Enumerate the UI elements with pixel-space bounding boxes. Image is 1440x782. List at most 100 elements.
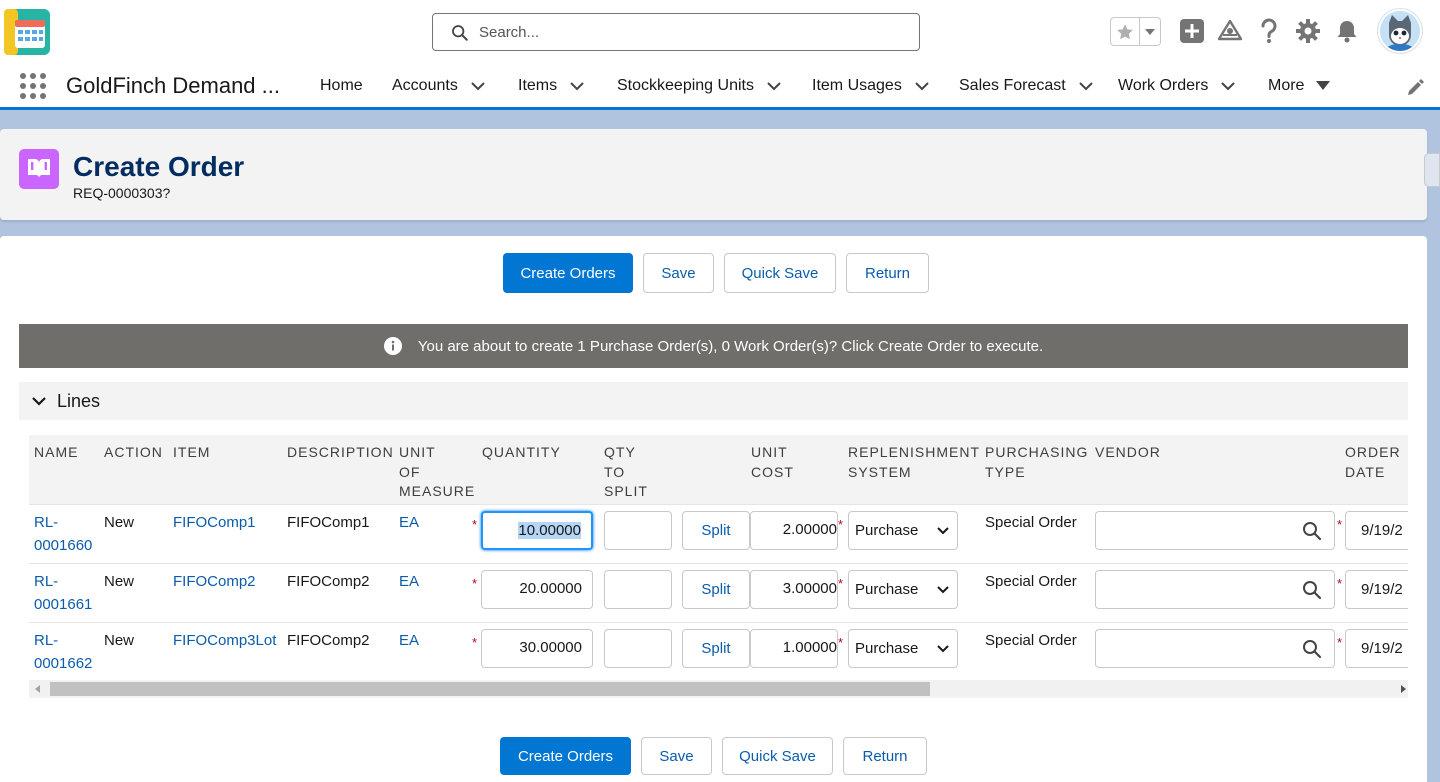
chevron-down-icon[interactable] xyxy=(1078,78,1094,94)
app-launcher-grid-icon[interactable] xyxy=(19,72,47,100)
chevron-down-icon[interactable] xyxy=(470,78,486,94)
item-link[interactable]: FIFOComp2 xyxy=(173,570,256,593)
required-marker: * xyxy=(1337,517,1343,532)
nav-item-stockkeeping-units[interactable]: Stockkeeping Units xyxy=(617,77,782,95)
scroll-right-arrow-icon[interactable] xyxy=(1401,685,1406,693)
split-button[interactable]: Split xyxy=(682,511,750,550)
split-button[interactable]: Split xyxy=(682,629,750,668)
chevron-down-icon[interactable] xyxy=(914,78,930,94)
unit-cost-input[interactable]: 3.00000 xyxy=(750,570,838,609)
main-card: Create Orders Save Quick Save Return You… xyxy=(0,236,1427,782)
line-name-link[interactable]: RL- 0001662 xyxy=(34,629,92,675)
page-header: Create Order REQ-0000303? xyxy=(0,129,1427,220)
help-icon[interactable] xyxy=(1255,17,1283,45)
return-button-bottom[interactable]: Return xyxy=(843,737,927,775)
required-marker: * xyxy=(838,635,844,650)
chevron-down-icon[interactable] xyxy=(1220,78,1236,94)
search-icon[interactable] xyxy=(1302,580,1322,600)
unit-cost-input[interactable]: 1.00000 xyxy=(750,629,838,668)
col-label-line: TO xyxy=(604,463,626,480)
item-link[interactable]: FIFOComp1 xyxy=(173,511,256,534)
nav-item-label: Stockkeeping Units xyxy=(617,77,754,94)
replenishment-select[interactable]: Purchase xyxy=(848,570,958,609)
horizontal-scrollbar[interactable] xyxy=(29,680,1408,698)
setup-gear-icon[interactable] xyxy=(1294,17,1322,45)
order-date-input[interactable]: 9/19/2 xyxy=(1345,570,1408,609)
notifications-bell-icon[interactable] xyxy=(1333,17,1361,45)
split-button[interactable]: Split xyxy=(682,570,750,609)
nav-item-label: Home xyxy=(320,77,363,94)
nav-item-more[interactable]: More xyxy=(1268,77,1331,95)
col-item: ITEM xyxy=(173,444,211,460)
uom-link[interactable]: EA xyxy=(399,570,419,593)
replenishment-select[interactable]: Purchase xyxy=(848,511,958,550)
user-avatar[interactable] xyxy=(1378,9,1422,53)
create-orders-button-bottom[interactable]: Create Orders xyxy=(500,737,631,775)
col-label-line: ORDER xyxy=(1345,444,1401,460)
uom-link[interactable]: EA xyxy=(399,629,419,652)
nav-item-label: Accounts xyxy=(392,77,458,94)
col-label-line: SPLIT xyxy=(604,483,648,499)
col-name: NAME xyxy=(34,444,79,460)
line-name-link[interactable]: RL- 0001660 xyxy=(34,511,92,557)
favorites-dropdown-icon[interactable] xyxy=(1139,18,1160,45)
save-button-bottom[interactable]: Save xyxy=(641,737,712,775)
create-orders-button[interactable]: Create Orders xyxy=(503,253,633,293)
search-input[interactable] xyxy=(479,20,899,44)
search-icon[interactable] xyxy=(1302,639,1322,659)
line-action: New xyxy=(104,632,135,649)
quantity-input[interactable]: 10.00000 xyxy=(481,511,593,550)
search-icon[interactable] xyxy=(1302,521,1322,541)
chevron-down-icon[interactable] xyxy=(32,394,46,408)
qty-to-split-input[interactable] xyxy=(604,629,672,668)
qty-to-split-input[interactable] xyxy=(604,570,672,609)
nav-item-sales-forecast[interactable]: Sales Forecast xyxy=(959,77,1094,95)
order-date-input[interactable]: 9/19/2 xyxy=(1345,629,1408,668)
nav-item-home[interactable]: Home xyxy=(320,77,363,95)
unit-cost-input[interactable]: 2.00000 xyxy=(750,511,838,550)
search-icon xyxy=(452,25,468,41)
qty-to-split-input[interactable] xyxy=(604,511,672,550)
chevron-down-icon[interactable] xyxy=(569,78,585,94)
scroll-left-arrow-icon[interactable] xyxy=(35,685,40,693)
caret-down-icon[interactable] xyxy=(1316,80,1331,92)
global-search[interactable] xyxy=(432,13,920,51)
order-date-input[interactable]: 9/19/2 xyxy=(1345,511,1408,550)
uom-link[interactable]: EA xyxy=(399,511,419,534)
nav-item-items[interactable]: Items xyxy=(518,77,585,95)
nav-item-work-orders[interactable]: Work Orders xyxy=(1118,77,1236,95)
required-marker: * xyxy=(838,517,844,532)
global-actions-add-icon[interactable] xyxy=(1178,17,1206,45)
line-description: FIFOComp2 xyxy=(287,632,370,649)
scrollbar-thumb[interactable] xyxy=(50,682,930,696)
nav-item-item-usages[interactable]: Item Usages xyxy=(812,77,930,95)
quantity-input[interactable]: 30.00000 xyxy=(481,629,593,668)
line-action: New xyxy=(104,573,135,590)
chevron-down-icon[interactable] xyxy=(766,78,782,94)
line-name-link[interactable]: RL- 0001661 xyxy=(34,570,92,616)
edit-pencil-icon[interactable] xyxy=(1405,78,1425,98)
save-button[interactable]: Save xyxy=(643,253,714,293)
vendor-lookup[interactable] xyxy=(1095,511,1335,550)
star-icon[interactable] xyxy=(1111,18,1139,45)
favorites-group[interactable] xyxy=(1110,17,1161,46)
nav-item-accounts[interactable]: Accounts xyxy=(392,77,486,95)
replenishment-select[interactable]: Purchase xyxy=(848,629,958,668)
vendor-lookup[interactable] xyxy=(1095,570,1335,609)
quick-save-button-bottom[interactable]: Quick Save xyxy=(722,737,833,775)
required-marker: * xyxy=(838,576,844,591)
quantity-input[interactable]: 20.00000 xyxy=(481,570,593,609)
return-button[interactable]: Return xyxy=(846,253,929,293)
item-link[interactable]: FIFOComp3Lot xyxy=(173,629,276,652)
trailhead-icon[interactable] xyxy=(1216,17,1244,45)
table-header: NAME ACTION ITEM DESCRIPTION UNIT OF MEA… xyxy=(29,435,1408,505)
required-marker: * xyxy=(1337,576,1343,591)
col-label-line: TYPE xyxy=(985,463,1026,480)
vendor-lookup[interactable] xyxy=(1095,629,1335,668)
lines-section-header[interactable]: Lines xyxy=(19,382,1408,420)
quick-save-button[interactable]: Quick Save xyxy=(724,253,836,293)
side-panel-toggle[interactable] xyxy=(1424,153,1440,187)
col-label-line: REPLENISHMENT xyxy=(848,444,981,460)
col-unit-of-measure: UNIT OF MEASURE xyxy=(399,443,475,502)
nav-item-label: More xyxy=(1268,77,1305,94)
